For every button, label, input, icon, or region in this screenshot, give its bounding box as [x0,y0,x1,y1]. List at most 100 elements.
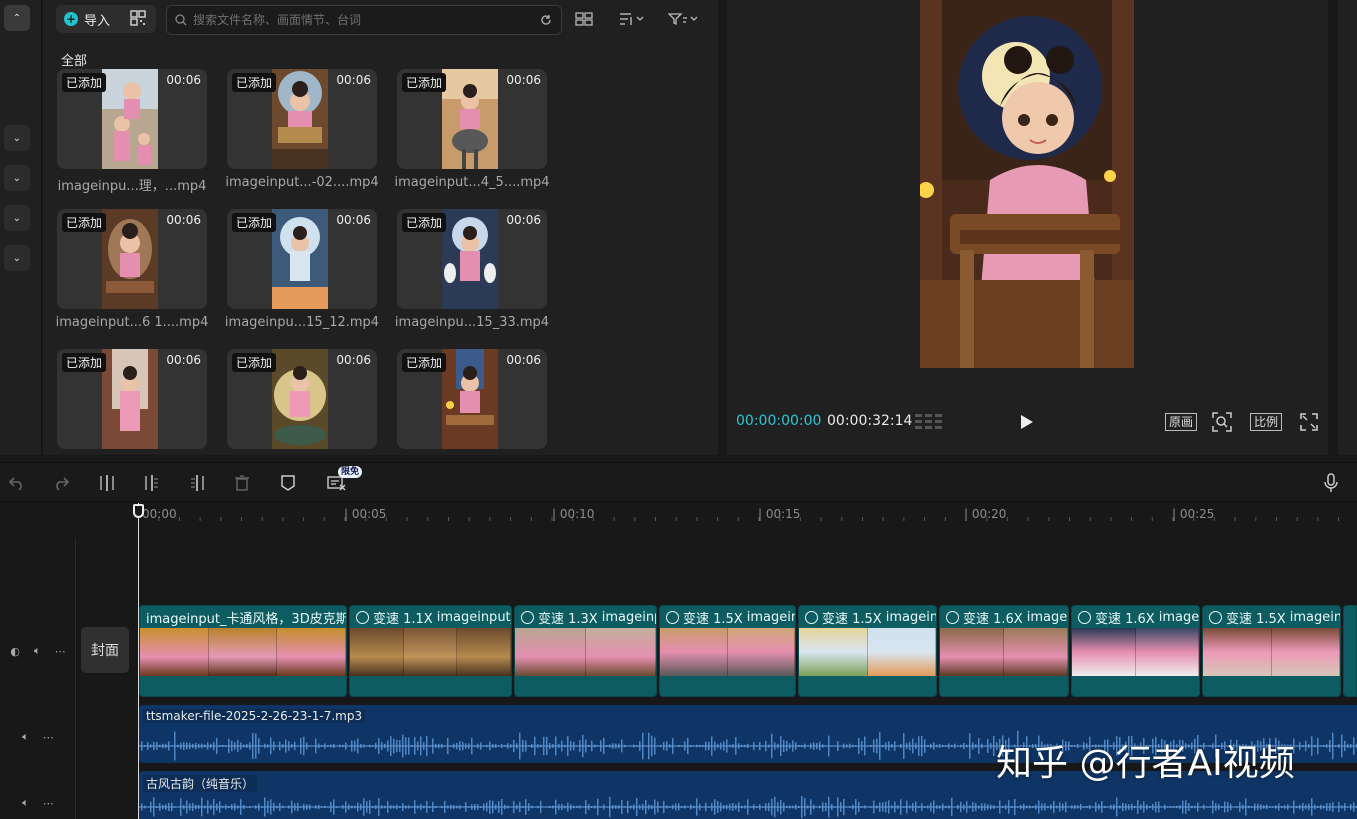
clip-header: imageinput_卡通风格，3D皮克斯风 [140,606,346,628]
media-card[interactable]: 已添加 00:06 imageinput...-02....mp4 [225,69,382,190]
split-right-icon[interactable] [186,472,208,494]
layout-grid-icon[interactable] [573,8,595,30]
volume-icon[interactable]: 🔈︎ [22,796,29,810]
speed-icon [356,610,369,624]
aspect-ratio-button[interactable]: 比例 [1250,413,1283,431]
media-thumbnail [272,69,328,169]
audio-file-name: 古风古韵（纯音乐） [143,775,258,792]
added-badge: 已添加 [232,353,277,372]
clip-label: imageinp [601,609,656,625]
split-left-icon[interactable] [141,472,163,494]
tick-label: | 00:10 [552,507,595,521]
collapse-chevron-up-icon[interactable]: ⌃ [4,5,30,31]
duration-label: 00:06 [166,353,201,367]
eye-icon[interactable]: ◐ [10,645,20,658]
media-card[interactable]: 已添加 00:06 imageinpu...15_12.mp4 [225,209,382,330]
media-panel: + 导入 全部 已添加 00:06 imageinpu...理，...mp4 [43,0,718,455]
original-quality-button[interactable]: 原画 [1165,413,1198,431]
search-input[interactable] [193,13,533,27]
speed-icon [946,610,959,624]
search-icon [175,14,187,26]
playhead[interactable] [138,503,139,819]
duration-label: 00:06 [336,213,371,227]
zoom-fit-icon[interactable] [1211,411,1233,433]
refresh-icon[interactable] [539,13,553,27]
time-ruler[interactable]: 00:00 | 00:05 | 00:10 | 00:15 | 00:20 | … [138,503,1357,525]
search-box[interactable] [166,5,562,35]
clip-frames [350,628,511,676]
media-card[interactable]: 已添加 00:06 imageinput...6 1....mp4 [56,209,212,330]
cover-button[interactable]: 封面 [81,627,129,673]
more-icon[interactable]: ⋯ [43,797,54,810]
video-clip[interactable] [1343,605,1357,697]
preview-panel: 00:00:00:00 00:00:32:14 原画 比例 [727,0,1328,455]
media-card[interactable]: 已添加 00:06 [227,349,377,449]
media-card[interactable]: 已添加 00:06 [397,349,547,449]
media-thumbnail [102,69,158,169]
media-file-name: imageinput...-02....mp4 [225,175,379,190]
media-thumbnail [102,209,158,309]
video-clip[interactable]: 变速 1.5X imagein [659,605,796,697]
play-icon[interactable] [1020,414,1034,430]
clip-label: imagein [885,609,936,625]
free-badge: 限免 [338,466,363,478]
duration-label: 00:06 [166,73,201,87]
video-clip[interactable]: 变速 1.6X image [1071,605,1200,697]
chevron-down-icon[interactable]: ⌄ [4,125,30,151]
timeline-list-icon[interactable] [915,412,943,432]
chevron-down-icon[interactable]: ⌄ [4,205,30,231]
qr-code-icon[interactable] [130,10,146,26]
more-icon[interactable]: ⋯ [43,731,54,744]
undo-icon[interactable] [6,472,28,494]
clip-frames [799,628,936,676]
duration-label: 00:06 [166,213,201,227]
microphone-icon[interactable] [1320,472,1342,494]
added-badge: 已添加 [402,353,447,372]
audio-track-header: 🔈︎ ⋯ [0,724,76,750]
playhead-handle[interactable] [133,504,144,518]
video-clip[interactable]: 变速 1.1X imageinput_ [349,605,512,697]
clip-label: image [1026,609,1068,625]
media-file-name: imageinpu...15_12.mp4 [224,315,380,330]
video-clip[interactable]: 变速 1.3X imageinp [514,605,657,697]
split-icon[interactable] [96,472,118,494]
video-clip[interactable]: 变速 1.5X imagein [798,605,937,697]
more-icon[interactable]: ⋯ [55,645,66,658]
clip-label: image [1158,609,1199,625]
track-headers: ◐ 🔈︎ ⋯ 🔈︎ ⋯ 🔈︎ ⋯ [0,538,76,819]
volume-icon[interactable]: 🔈︎ [34,644,41,658]
added-badge: 已添加 [62,353,107,372]
music-track-header: 🔈︎ ⋯ [0,790,76,816]
volume-icon[interactable]: 🔈︎ [22,730,29,744]
chevron-down-icon[interactable]: ⌄ [4,245,30,271]
fullscreen-icon[interactable] [1299,412,1319,432]
video-clip[interactable]: 变速 1.5X imagein [1202,605,1341,697]
tick-label: | 00:25 [1172,507,1215,521]
clip-header: 变速 1.6X image [1072,606,1199,628]
clip-frames [515,628,656,676]
duration-label: 00:06 [336,353,371,367]
duration-label: 00:06 [336,73,371,87]
media-card[interactable]: 已添加 00:06 imageinpu...15_33.mp4 [395,209,552,330]
sort-icon[interactable] [615,8,649,30]
speed-icon [1078,610,1091,624]
media-card[interactable]: 已添加 00:06 imageinpu...理，...mp4 [57,69,212,194]
audio-waveform [139,795,1357,819]
added-badge: 已添加 [402,213,447,232]
redo-icon[interactable] [50,472,72,494]
filter-icon[interactable] [665,8,701,30]
delete-icon[interactable] [231,472,253,494]
clip-speed: 变速 1.6X [963,611,1023,627]
video-clip[interactable]: 变速 1.6X image [939,605,1069,697]
chevron-down-icon[interactable]: ⌄ [4,165,30,191]
clip-frames [1072,628,1199,676]
added-badge: 已添加 [232,73,277,92]
tick-label: | 00:05 [344,507,387,521]
media-card[interactable]: 已添加 00:06 [57,349,207,449]
video-clip[interactable]: imageinput_卡通风格，3D皮克斯风 [139,605,347,697]
clip-label: imagein [1289,609,1340,625]
media-thumbnail [272,209,328,309]
media-card[interactable]: 已添加 00:06 imageinput...4_5....mp4 [394,69,552,190]
marker-icon[interactable] [277,472,299,494]
media-file-name: imageinput...6 1....mp4 [55,315,209,330]
